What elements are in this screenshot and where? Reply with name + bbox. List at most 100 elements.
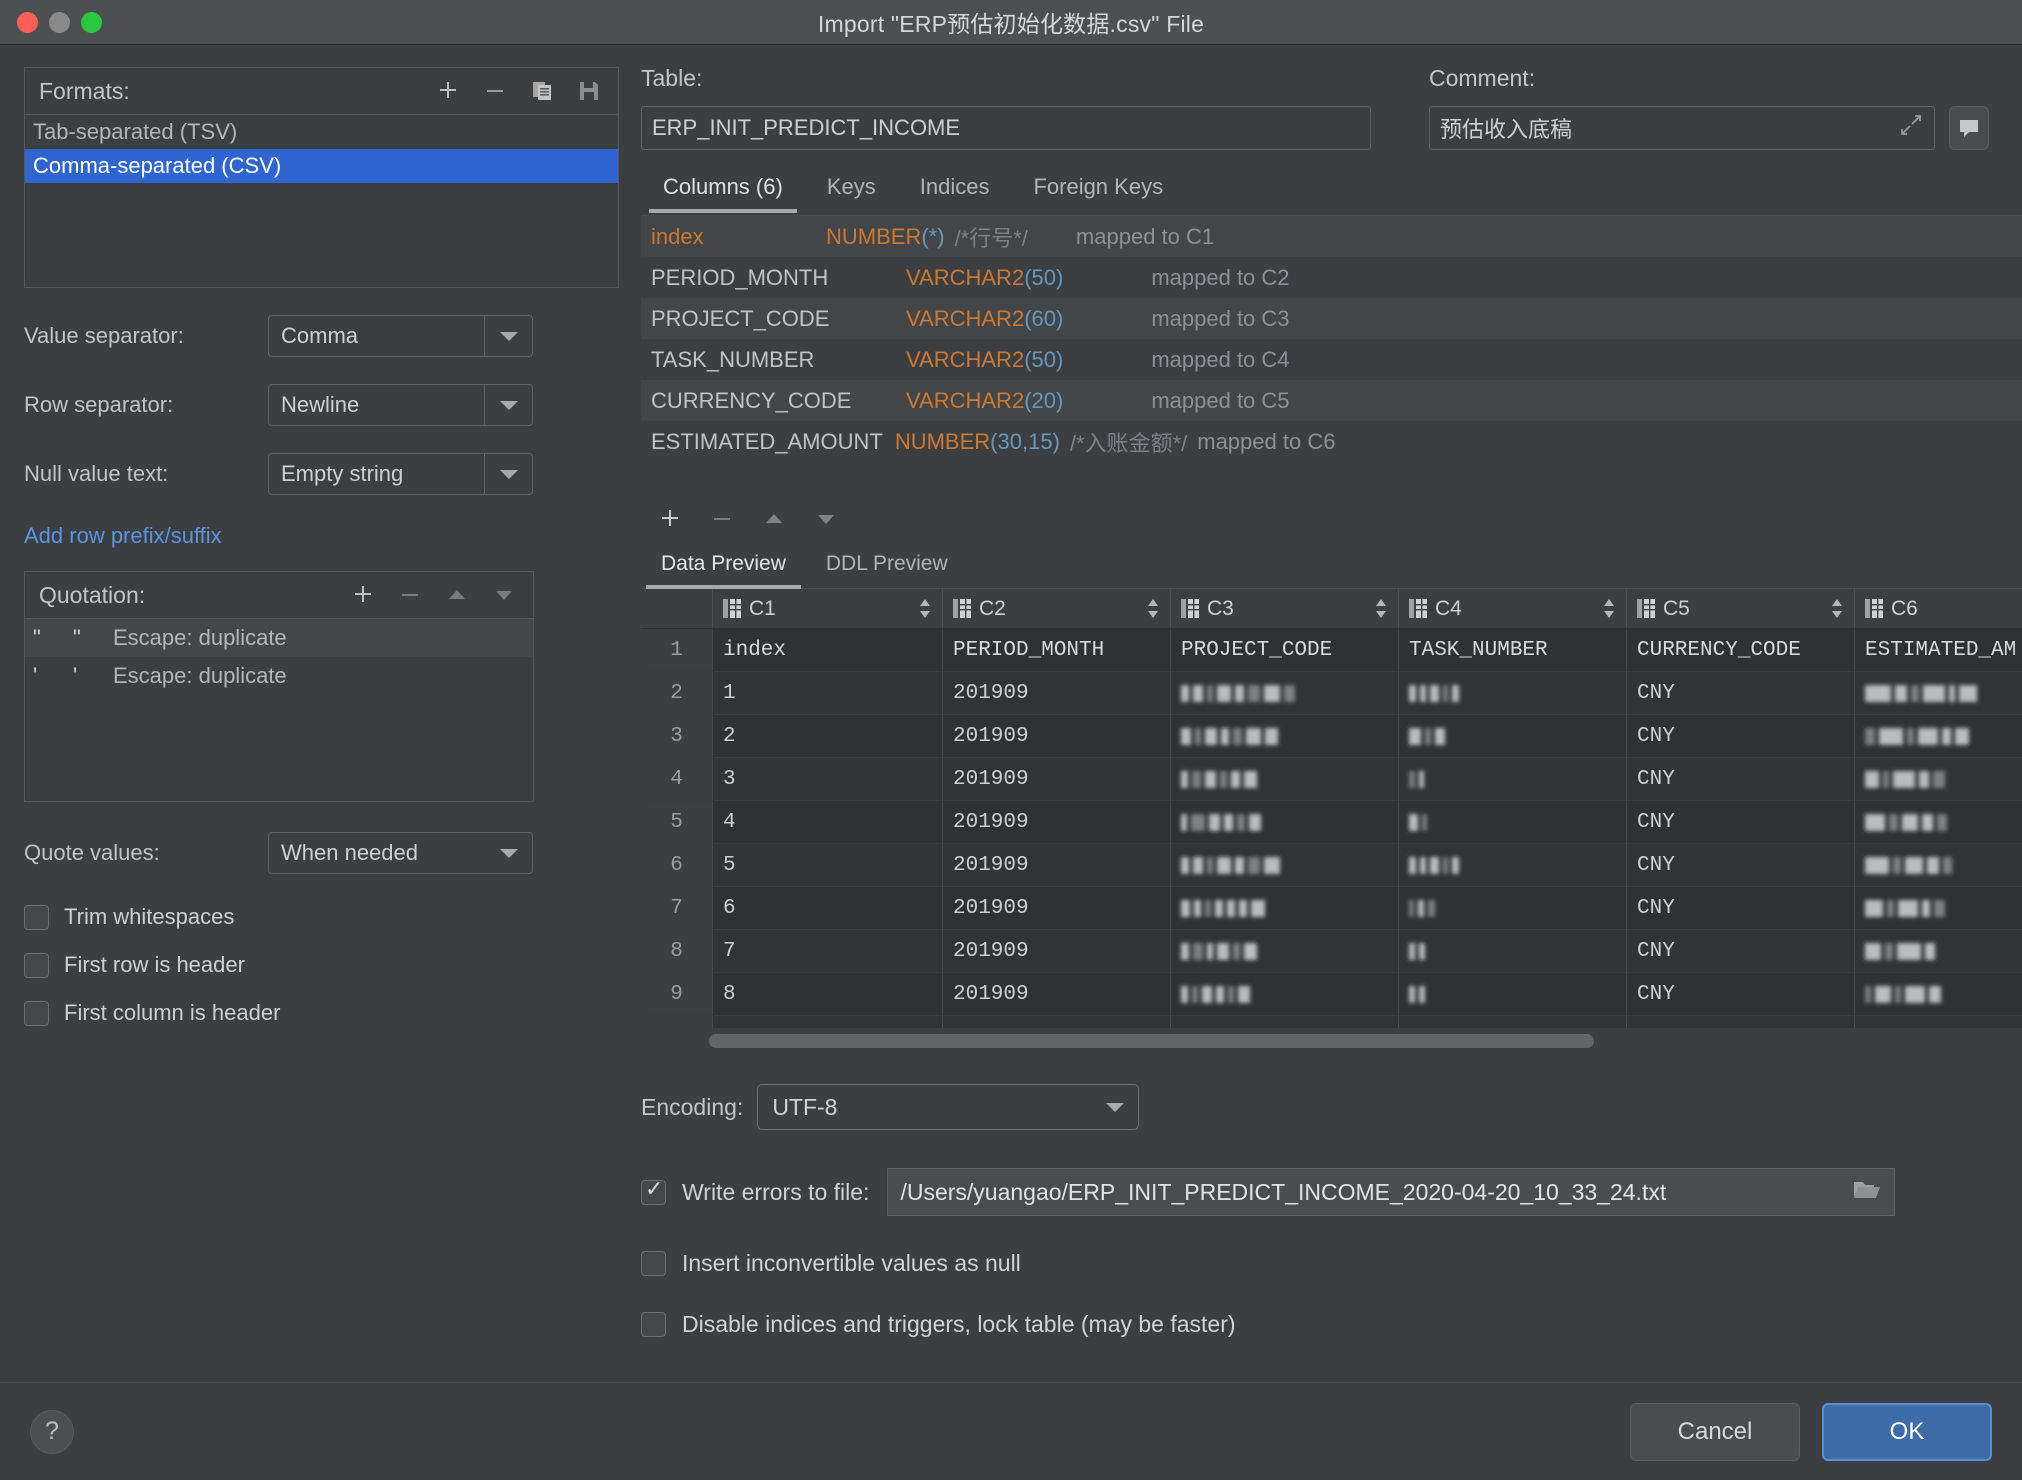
- grid-horizontal-scrollbar[interactable]: [641, 1028, 2022, 1054]
- cell-c1[interactable]: 8: [713, 973, 943, 1016]
- cell-c1[interactable]: 1: [713, 672, 943, 715]
- cell-c5[interactable]: CNY: [1627, 715, 1855, 758]
- cell-c1[interactable]: 3: [713, 758, 943, 801]
- cell-c4[interactable]: [1399, 844, 1627, 887]
- formats-toolbar[interactable]: [435, 78, 602, 104]
- chevron-down-icon[interactable]: [1106, 1102, 1125, 1112]
- tab-keys[interactable]: Keys: [805, 174, 898, 213]
- cell-c3[interactable]: [1171, 844, 1399, 887]
- cell-c4[interactable]: [1399, 801, 1627, 844]
- cell-c5[interactable]: CNY: [1627, 844, 1855, 887]
- cancel-button[interactable]: Cancel: [1630, 1402, 1800, 1461]
- table-row[interactable]: PROJECT_CODE VARCHAR2(60) mapped to C3: [641, 298, 2022, 339]
- table-row[interactable]: 5 4 201909 CNY: [641, 801, 2022, 844]
- sort-icon[interactable]: [918, 599, 932, 618]
- add-icon[interactable]: [657, 506, 683, 532]
- cell-c2[interactable]: 201909: [943, 973, 1171, 1016]
- grid-column-header-c2[interactable]: C2: [943, 589, 1171, 628]
- first-column-is-header-checkbox[interactable]: [24, 1000, 49, 1026]
- chevron-down-icon[interactable]: [484, 316, 532, 356]
- cell-c4[interactable]: [1399, 930, 1627, 973]
- cell-c1[interactable]: 6: [713, 887, 943, 930]
- sort-icon[interactable]: [1374, 599, 1388, 618]
- ok-button[interactable]: OK: [1822, 1402, 1992, 1461]
- cell-c2[interactable]: PERIOD_MONTH: [943, 629, 1171, 672]
- first-row-is-header-checkbox[interactable]: [24, 952, 49, 978]
- table-row[interactable]: PERIOD_MONTH VARCHAR2(50) mapped to C2: [641, 257, 2022, 298]
- encoding-select[interactable]: UTF-8: [757, 1084, 1140, 1130]
- disable-indices-row[interactable]: Disable indices and triggers, lock table…: [641, 1311, 2022, 1338]
- cell-c2[interactable]: 201909: [943, 715, 1171, 758]
- cell-c4[interactable]: [1399, 715, 1627, 758]
- table-row[interactable]: ESTIMATED_AMOUNT NUMBER(30,15) /*入账金额*/ …: [641, 421, 2022, 462]
- cell-c6[interactable]: [1855, 801, 2022, 844]
- table-row[interactable]: TASK_NUMBER VARCHAR2(50) mapped to C4: [641, 339, 2022, 380]
- error-file-path-input[interactable]: /Users/yuangao/ERP_INIT_PREDICT_INCOME_2…: [887, 1168, 1896, 1216]
- tab-data-preview[interactable]: Data Preview: [641, 552, 806, 589]
- tab-ddl-preview[interactable]: DDL Preview: [806, 552, 968, 588]
- cell-c2[interactable]: 201909: [943, 758, 1171, 801]
- save-icon[interactable]: [576, 78, 602, 104]
- cell-c3[interactable]: [1171, 887, 1399, 930]
- cell-c4[interactable]: [1399, 758, 1627, 801]
- tab-foreign-keys[interactable]: Foreign Keys: [1011, 174, 1185, 213]
- cell-c2[interactable]: 201909: [943, 887, 1171, 930]
- first-row-header-row[interactable]: First row is header: [24, 952, 619, 978]
- row-separator-select[interactable]: Newline: [268, 384, 533, 426]
- value-separator-select[interactable]: Comma: [268, 315, 533, 357]
- remove-icon[interactable]: [397, 582, 423, 608]
- insert-inconvertible-checkbox[interactable]: [641, 1251, 666, 1276]
- table-row[interactable]: CURRENCY_CODE VARCHAR2(20) mapped to C5: [641, 380, 2022, 421]
- grid-column-header-c3[interactable]: C3: [1171, 589, 1399, 628]
- remove-icon[interactable]: [709, 506, 735, 532]
- add-icon[interactable]: [350, 582, 376, 608]
- data-preview-grid[interactable]: C1 C2 C3 C4 C5 C6 1 index PERIOD_MONTH P…: [641, 589, 2022, 1054]
- quotation-item[interactable]: " " Escape: duplicate: [25, 619, 533, 657]
- table-name-input[interactable]: ERP_INIT_PREDICT_INCOME: [641, 106, 1371, 150]
- move-up-icon[interactable]: [761, 506, 787, 532]
- table-row[interactable]: 8 7 201909 CNY: [641, 930, 2022, 973]
- table-row[interactable]: 6 5 201909 CNY: [641, 844, 2022, 887]
- cell-c5[interactable]: CNY: [1627, 758, 1855, 801]
- cell-c6[interactable]: [1855, 672, 2022, 715]
- cell-c5[interactable]: CNY: [1627, 672, 1855, 715]
- cell-c3[interactable]: [1171, 801, 1399, 844]
- copy-icon[interactable]: [529, 78, 555, 104]
- grid-column-header-c6[interactable]: C6: [1855, 589, 2022, 628]
- cell-c1[interactable]: index: [713, 629, 943, 672]
- tab-indices[interactable]: Indices: [898, 174, 1012, 213]
- quotation-item[interactable]: ' ' Escape: duplicate: [25, 657, 533, 695]
- first-column-header-row[interactable]: First column is header: [24, 1000, 619, 1026]
- cell-c2[interactable]: 201909: [943, 844, 1171, 887]
- cell-c6[interactable]: [1855, 715, 2022, 758]
- formats-list[interactable]: Tab-separated (TSV) Comma-separated (CSV…: [25, 115, 618, 287]
- sort-icon[interactable]: [1146, 599, 1160, 618]
- scrollbar-thumb[interactable]: [709, 1034, 1594, 1048]
- cell-c4[interactable]: [1399, 973, 1627, 1016]
- chevron-down-icon[interactable]: [484, 385, 532, 425]
- quotation-list[interactable]: " " Escape: duplicate ' ' Escape: duplic…: [25, 619, 533, 801]
- format-item-csv[interactable]: Comma-separated (CSV): [25, 149, 618, 183]
- chevron-down-icon[interactable]: [486, 833, 532, 873]
- table-row[interactable]: 7 6 201909 CNY: [641, 887, 2022, 930]
- table-row[interactable]: 2 1 201909 CNY: [641, 672, 2022, 715]
- remove-icon[interactable]: [482, 78, 508, 104]
- cell-c3[interactable]: [1171, 930, 1399, 973]
- preview-tabs[interactable]: Data Preview DDL Preview: [641, 552, 2022, 589]
- schema-tabs[interactable]: Columns (6) Keys Indices Foreign Keys: [641, 174, 2022, 213]
- insert-inconvertible-row[interactable]: Insert inconvertible values as null: [641, 1250, 2022, 1277]
- cell-c5[interactable]: CNY: [1627, 887, 1855, 930]
- grid-column-header-c4[interactable]: C4: [1399, 589, 1627, 628]
- comment-toggle-button[interactable]: [1949, 106, 1989, 150]
- cell-c4[interactable]: [1399, 672, 1627, 715]
- help-icon[interactable]: ?: [30, 1409, 74, 1454]
- sort-icon[interactable]: [1830, 599, 1844, 618]
- add-icon[interactable]: [435, 78, 461, 104]
- quotation-toolbar[interactable]: [350, 582, 517, 608]
- cell-c3[interactable]: [1171, 758, 1399, 801]
- cell-c5[interactable]: CNY: [1627, 930, 1855, 973]
- cell-c5[interactable]: CURRENCY_CODE: [1627, 629, 1855, 672]
- cell-c6[interactable]: ESTIMATED_AM: [1855, 629, 2022, 672]
- grid-column-header-c5[interactable]: C5: [1627, 589, 1855, 628]
- move-up-icon[interactable]: [444, 582, 470, 608]
